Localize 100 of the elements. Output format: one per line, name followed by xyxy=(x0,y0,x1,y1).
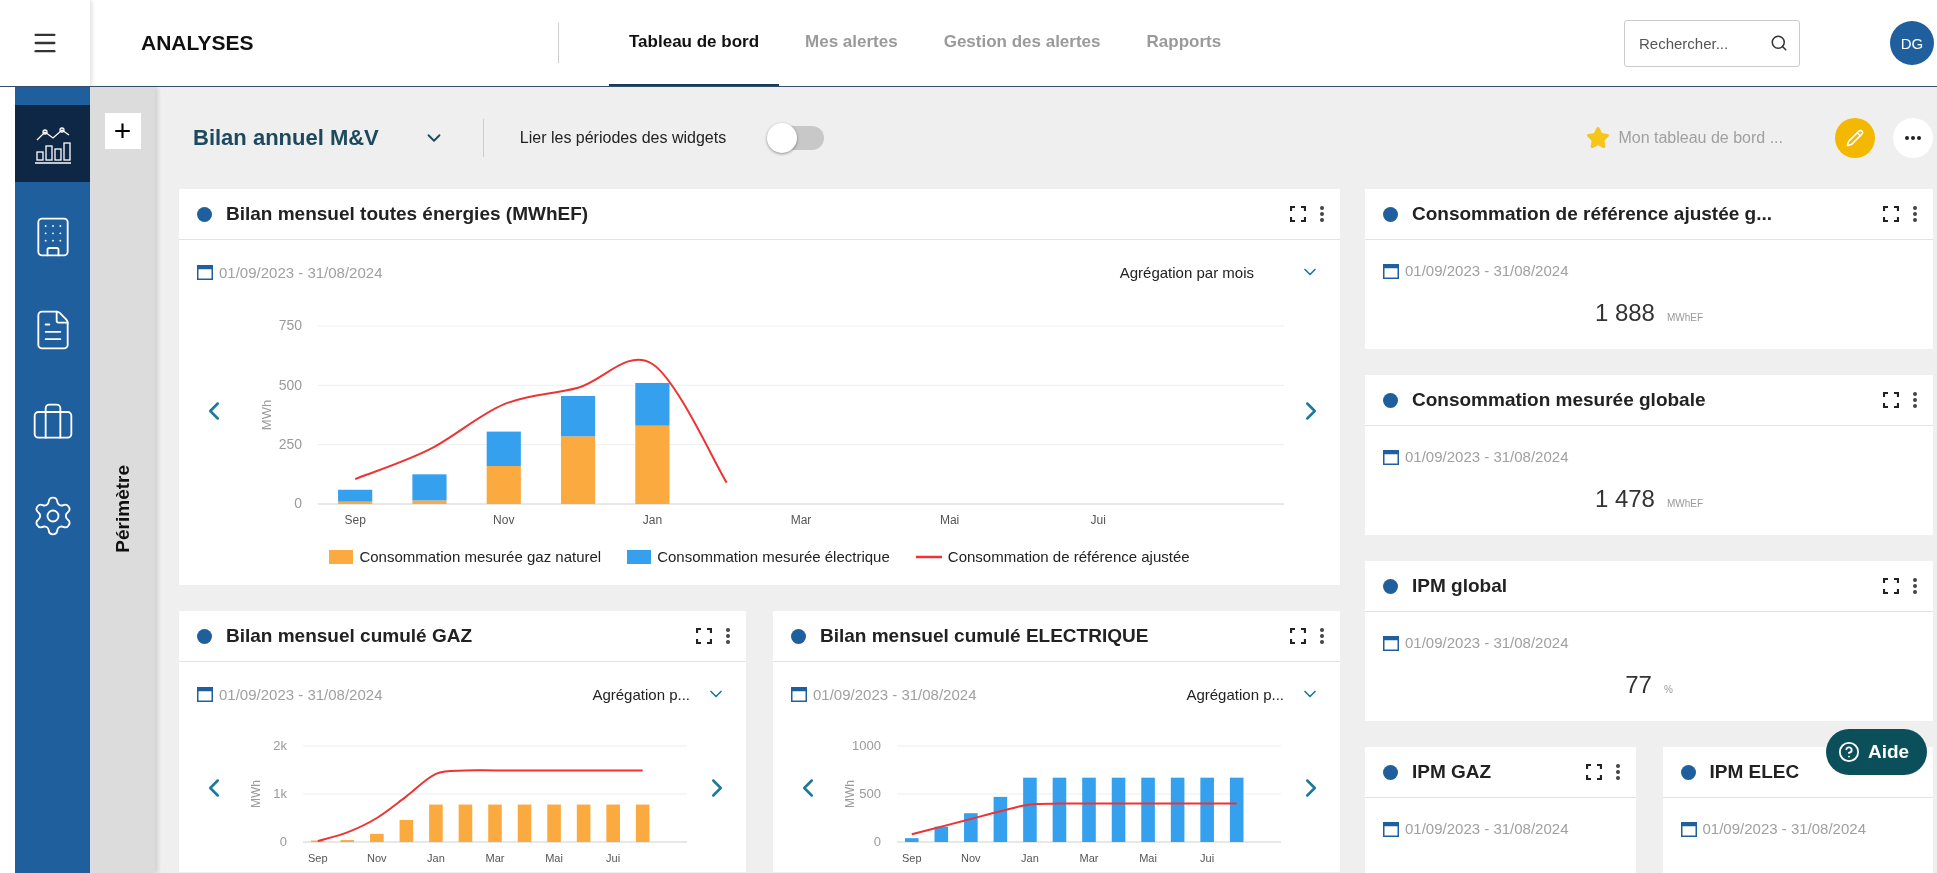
expand-icon xyxy=(1290,628,1306,644)
expand-button[interactable] xyxy=(696,628,712,644)
date-range: 01/09/2023 - 31/08/2024 xyxy=(813,685,977,703)
axis-tick-label: 0 xyxy=(873,834,881,849)
date-range: 01/09/2023 - 31/08/2024 xyxy=(219,263,383,281)
kebab-icon xyxy=(1320,206,1324,222)
aggregation-select[interactable]: Agrégation p... xyxy=(592,685,690,703)
more-button[interactable] xyxy=(726,628,730,644)
widget-title: Consommation de référence ajustée g... xyxy=(1412,203,1774,225)
chart-bar xyxy=(1140,777,1155,842)
chart-bar xyxy=(486,431,521,467)
aggregation-select[interactable]: Agrégation p... xyxy=(1186,685,1284,703)
chart-bar xyxy=(1052,777,1066,842)
expand-button[interactable] xyxy=(1883,206,1899,222)
sidebar-item[interactable] xyxy=(15,105,90,182)
calendar-icon xyxy=(1383,262,1399,279)
nav-tab[interactable]: Tableau de bord xyxy=(609,0,780,86)
legend-label: Consommation mesurée gaz naturel xyxy=(359,548,602,565)
calendar-icon xyxy=(1383,448,1399,465)
chart-bar xyxy=(1199,777,1214,842)
chart-bar xyxy=(428,804,443,842)
perimeter-label[interactable]: Périmètre xyxy=(111,465,134,553)
calendar-icon xyxy=(197,686,213,702)
status-dot xyxy=(1383,206,1398,222)
expand-icon xyxy=(1883,578,1899,594)
chart-bar xyxy=(635,804,649,842)
axis-tick-label: Nov xyxy=(366,852,387,864)
help-icon xyxy=(1838,741,1860,763)
axis-tick-label: Sep xyxy=(343,513,366,527)
kpi-value: 1 478 xyxy=(1594,485,1655,513)
search-icon xyxy=(1770,33,1788,52)
expand-button[interactable] xyxy=(1585,764,1602,780)
more-button[interactable] xyxy=(1893,118,1933,158)
kebab-icon xyxy=(1913,392,1917,408)
chart-bar xyxy=(369,833,384,842)
calendar-icon xyxy=(1383,820,1399,837)
more-button[interactable] xyxy=(1913,392,1917,408)
toggle-switch[interactable] xyxy=(768,126,825,150)
status-dot xyxy=(1680,764,1696,780)
more-button[interactable] xyxy=(1320,206,1324,222)
axis-tick-label: Sep xyxy=(901,852,922,864)
expand-button[interactable] xyxy=(1290,628,1306,644)
add-button[interactable]: + xyxy=(104,113,141,149)
widget-title: Consommation mesurée globale xyxy=(1412,389,1707,411)
chart-bar xyxy=(487,804,502,842)
widget-title: IPM GAZ xyxy=(1412,761,1493,783)
search-field[interactable]: Rechercher... xyxy=(1624,19,1800,67)
expand-icon xyxy=(1883,392,1899,408)
star-icon[interactable] xyxy=(1586,126,1611,150)
calendar-icon xyxy=(1383,634,1399,651)
axis-tick-label: 1000 xyxy=(851,738,881,753)
dashboard-name[interactable]: Bilan annuel M&V xyxy=(193,125,379,151)
kpi-value: 1 888 xyxy=(1594,299,1655,327)
more-button[interactable] xyxy=(1913,578,1917,594)
status-dot xyxy=(1383,578,1398,594)
expand-button[interactable] xyxy=(1883,392,1899,408)
chart-bar xyxy=(1081,777,1096,842)
chart-bar xyxy=(963,813,978,842)
date-range: 01/09/2023 - 31/08/2024 xyxy=(219,685,383,703)
axis-title: MWh xyxy=(258,399,274,431)
axis-tick-label: 500 xyxy=(278,376,302,393)
axis-tick-label: 0 xyxy=(293,495,302,512)
help-button[interactable]: Aide xyxy=(1826,729,1928,775)
axis-tick-label: Nov xyxy=(960,852,981,864)
pencil-icon xyxy=(1846,129,1864,147)
axis-title: MWh xyxy=(842,780,857,808)
calendar-icon xyxy=(197,264,213,280)
kpi-unit: MWhEF xyxy=(1666,312,1704,323)
axis-tick-label: 750 xyxy=(278,317,302,334)
axis-tick-label: Jan xyxy=(426,852,445,864)
kpi-unit: MWhEF xyxy=(1666,498,1704,509)
axis-tick-label: 250 xyxy=(278,436,302,452)
legend-label: Consommation de référence ajustée xyxy=(947,548,1190,565)
axis-tick-label: 2k xyxy=(272,738,287,753)
chart-bar xyxy=(993,796,1007,842)
more-button[interactable] xyxy=(1913,206,1917,222)
axis-tick-label: 0 xyxy=(279,834,287,849)
axis-tick-label: Jui xyxy=(605,852,620,864)
date-range: 01/09/2023 - 31/08/2024 xyxy=(1405,634,1569,651)
kebab-icon xyxy=(1320,628,1324,644)
date-range: 01/09/2023 - 31/08/2024 xyxy=(1405,448,1569,465)
chart-bar xyxy=(458,804,472,842)
axis-tick-label: Nov xyxy=(492,513,514,527)
kebab-icon xyxy=(1615,764,1620,780)
expand-icon xyxy=(1883,206,1899,222)
more-button[interactable] xyxy=(1320,628,1324,644)
axis-tick-label: Jui xyxy=(1090,513,1106,527)
expand-button[interactable] xyxy=(1290,206,1306,222)
app-title: ANALYSES xyxy=(141,31,255,55)
chart-bar xyxy=(1111,777,1125,842)
user-avatar[interactable]: DG xyxy=(1890,21,1934,65)
aggregation-select[interactable]: Agrégation par mois xyxy=(1119,263,1254,281)
toggle-label: Lier les périodes des widgets xyxy=(519,129,727,147)
kpi-unit: % xyxy=(1663,684,1673,695)
chart-bar xyxy=(517,804,531,842)
expand-button[interactable] xyxy=(1883,578,1899,594)
more-button[interactable] xyxy=(1615,764,1620,780)
date-range: 01/09/2023 - 31/08/2024 xyxy=(1405,262,1569,279)
axis-tick-label: Sep xyxy=(307,852,328,864)
status-dot xyxy=(1383,764,1398,780)
